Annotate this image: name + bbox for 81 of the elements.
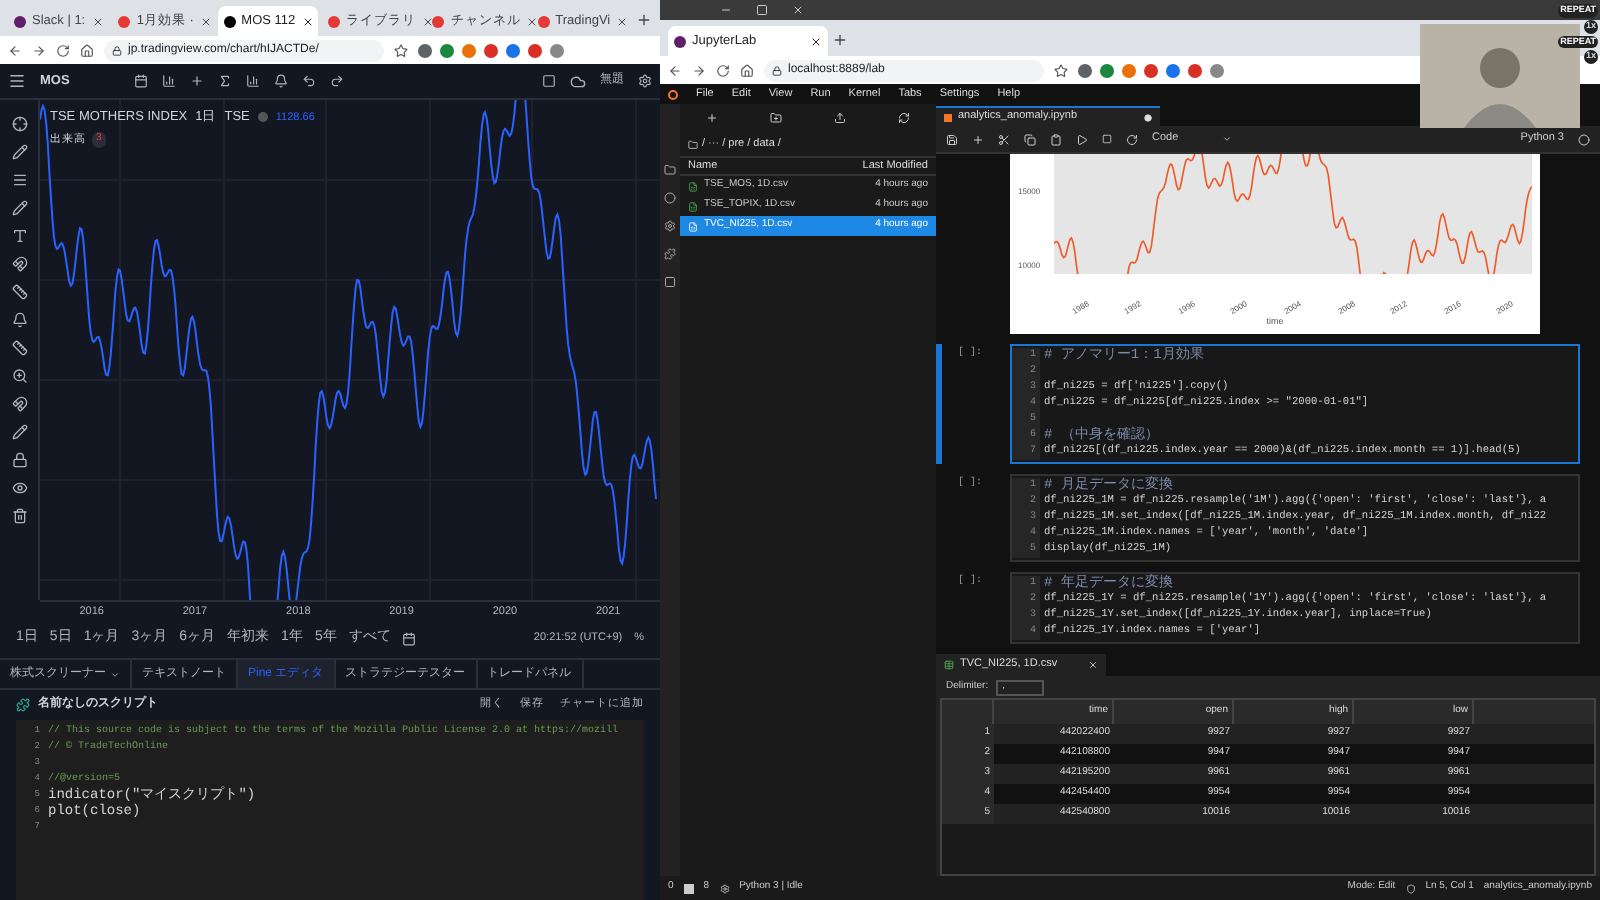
new-tab-icon[interactable]	[832, 32, 848, 48]
caret-icon	[1222, 134, 1232, 144]
text-icon[interactable]	[11, 228, 27, 244]
tab-favicon-icon	[14, 15, 26, 27]
alert-icon[interactable]	[274, 74, 288, 88]
lock-icon[interactable]	[11, 452, 27, 468]
tab-favicon-icon	[432, 15, 445, 27]
reload-icon[interactable]	[56, 43, 70, 57]
close-icon[interactable]	[810, 35, 822, 47]
save-icon[interactable]	[946, 133, 958, 145]
forward-icon[interactable]	[692, 63, 706, 77]
home-icon[interactable]	[80, 43, 94, 57]
forward-icon[interactable]	[32, 43, 46, 57]
kernel-status-icon	[1578, 133, 1590, 145]
new-folder-icon[interactable]	[770, 112, 782, 124]
cloud-icon[interactable]	[570, 73, 586, 89]
chart-type-icon[interactable]	[162, 74, 176, 88]
minimize-icon[interactable]	[720, 4, 732, 16]
close-icon[interactable]	[616, 15, 629, 27]
tab-favicon-icon	[118, 15, 131, 27]
tab-favicon-icon	[674, 35, 686, 47]
tab-favicon-icon	[327, 15, 340, 27]
csv-file-icon	[688, 201, 698, 211]
eye-icon[interactable]	[11, 480, 27, 496]
csv-file-icon	[688, 181, 698, 191]
add-indicator-icon[interactable]	[190, 74, 204, 88]
pen-icon[interactable]	[11, 144, 27, 160]
close-icon[interactable]	[301, 15, 314, 27]
lines-icon[interactable]	[11, 172, 27, 188]
notebook-icon	[944, 113, 952, 121]
unsaved-dot-icon	[1143, 113, 1152, 121]
restart-icon[interactable]	[1126, 133, 1138, 145]
trash-icon[interactable]	[11, 508, 27, 524]
lock-icon	[112, 45, 122, 55]
folder-icon	[688, 139, 698, 149]
refresh-icon[interactable]	[898, 112, 910, 124]
extension-icon[interactable]	[664, 248, 676, 260]
menu-icon[interactable]	[8, 72, 26, 90]
close-icon[interactable]	[421, 15, 434, 27]
dropdown-icon	[110, 669, 120, 679]
add-cell-icon[interactable]	[972, 133, 984, 145]
folder-icon[interactable]	[664, 164, 676, 176]
jupyter-logo-icon	[668, 89, 678, 99]
code-cell-editor[interactable]	[1010, 474, 1580, 562]
cut-icon[interactable]	[998, 133, 1010, 145]
back-icon[interactable]	[668, 63, 682, 77]
tab-favicon-icon	[223, 15, 236, 27]
alert-icon[interactable]	[11, 312, 27, 328]
stop-icon[interactable]	[1102, 134, 1112, 144]
upload-icon[interactable]	[834, 112, 846, 124]
bookmark-star-icon[interactable]	[1054, 63, 1068, 77]
new-launcher-icon[interactable]	[706, 112, 718, 124]
run-icon[interactable]	[1076, 133, 1088, 145]
sigma-icon[interactable]	[218, 74, 232, 88]
lock-icon	[772, 65, 782, 75]
maximize-icon[interactable]	[756, 4, 768, 16]
settings-icon[interactable]	[638, 74, 652, 88]
zoom-icon[interactable]	[11, 368, 27, 384]
measure-icon[interactable]	[11, 340, 27, 356]
pencil-icon[interactable]	[11, 424, 27, 440]
calendar-icon[interactable]	[402, 631, 417, 645]
bookmark-star-icon[interactable]	[394, 43, 408, 57]
crosshair-icon[interactable]	[11, 116, 27, 132]
ruler-icon[interactable]	[11, 284, 27, 300]
close-icon[interactable]	[526, 15, 539, 27]
redo-icon[interactable]	[330, 74, 344, 88]
bars-icon[interactable]	[246, 74, 260, 88]
close-icon[interactable]	[91, 15, 104, 27]
magnet-icon[interactable]	[11, 396, 27, 412]
close-icon[interactable]	[199, 15, 212, 27]
reload-icon[interactable]	[716, 63, 730, 77]
shield-icon	[1405, 883, 1416, 893]
copy-icon[interactable]	[1024, 133, 1036, 145]
csv-file-icon	[688, 221, 698, 231]
table-icon	[944, 660, 954, 670]
tab-favicon-icon	[537, 15, 550, 27]
new-tab-icon[interactable]	[635, 12, 652, 28]
back-icon[interactable]	[8, 43, 22, 57]
paste-icon[interactable]	[1050, 133, 1062, 145]
undo-icon[interactable]	[302, 74, 316, 88]
home-icon[interactable]	[740, 63, 754, 77]
